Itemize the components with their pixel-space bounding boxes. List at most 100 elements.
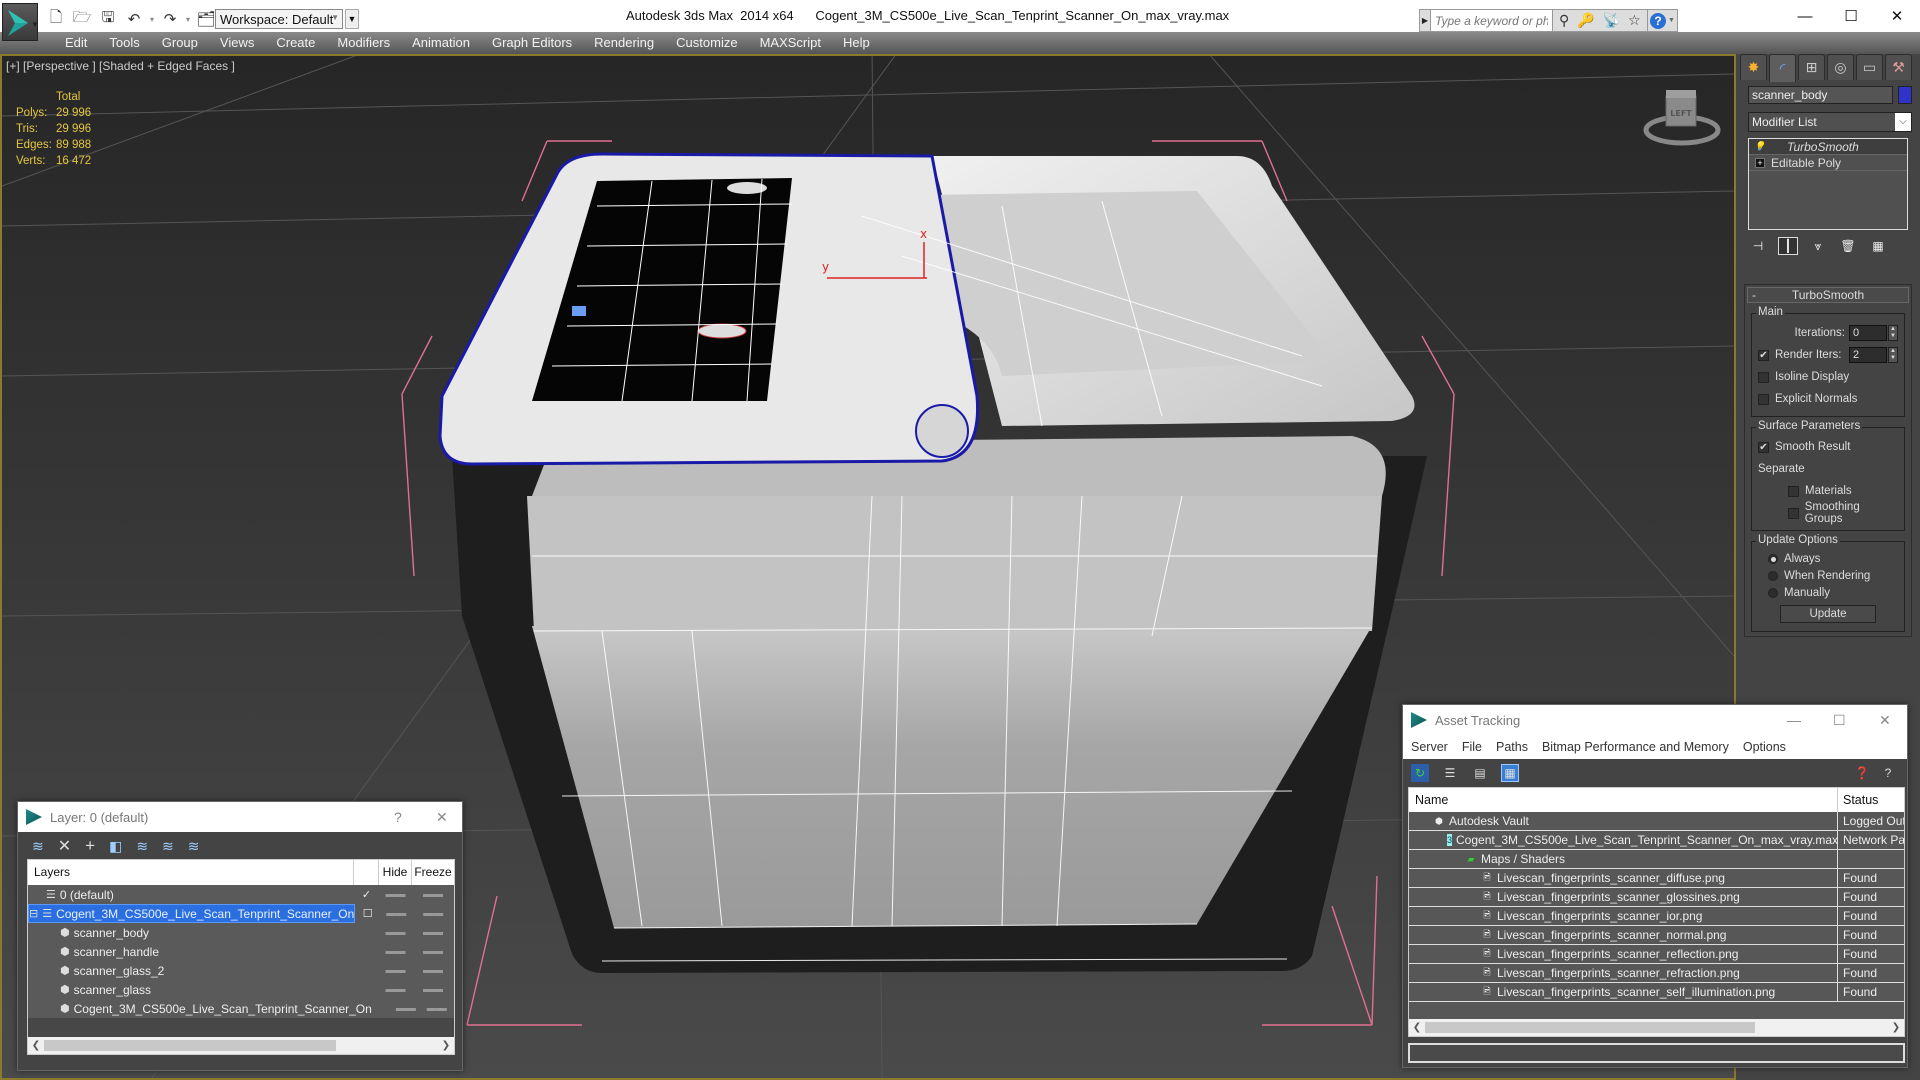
configure-modifier-sets-icon[interactable]: ▦: [1868, 237, 1888, 255]
application-menu-button[interactable]: ▼: [2, 3, 39, 41]
object-row[interactable]: ⬢ scanner_body ▬▬ ▬▬: [28, 923, 454, 942]
layer-row-selected[interactable]: ⊟ ☰ Cogent_3M_CS500e_Live_Scan_Tenprint_Sc…: [28, 904, 454, 923]
collapse-icon[interactable]: ⊟: [29, 907, 38, 920]
tab-create[interactable]: ✸: [1740, 54, 1767, 80]
current-layer-check[interactable]: ✓: [354, 888, 379, 901]
update-when-rendering-row[interactable]: When Rendering: [1758, 567, 1898, 584]
asset-row[interactable]: 🖻 Livescan_fingerprints_scanner_ior.png F…: [1409, 907, 1904, 926]
manually-radio[interactable]: [1768, 587, 1778, 598]
online-help-icon[interactable]: ❓: [1853, 764, 1871, 782]
object-name-field[interactable]: scanner_body: [1748, 86, 1893, 104]
freeze-toggle[interactable]: ▬▬: [419, 1003, 454, 1014]
tab-hierarchy[interactable]: ⊞: [1798, 54, 1825, 80]
asset-row[interactable]: ▰ Maps / Shaders: [1409, 850, 1904, 869]
column-freeze[interactable]: Freeze: [412, 860, 454, 885]
tab-utilities[interactable]: ⚒: [1885, 54, 1912, 80]
column-layers[interactable]: Layers: [28, 860, 354, 885]
asset-window-titlebar[interactable]: Asset Tracking — ☐ ✕: [1403, 705, 1907, 735]
tree-view-icon[interactable]: ▤: [1471, 764, 1489, 782]
select-objects-in-layer-icon[interactable]: ◧: [109, 838, 122, 855]
column-name[interactable]: Name: [1409, 788, 1838, 812]
new-file-icon[interactable]: 🗋: [46, 9, 66, 29]
binoculars-icon[interactable]: ⚲: [1559, 12, 1569, 29]
redo-icon[interactable]: ↷: [160, 9, 180, 29]
freeze-toggle[interactable]: ▬▬: [413, 908, 454, 919]
menu-modifiers[interactable]: Modifiers: [326, 32, 401, 54]
asset-row[interactable]: ⬢ Autodesk Vault Logged Out: [1409, 812, 1904, 831]
hide-toggle[interactable]: ▬▬: [379, 889, 412, 900]
menu-bitmap-performance[interactable]: Bitmap Performance and Memory: [1542, 740, 1729, 754]
scroll-left-icon[interactable]: ❮: [1409, 1022, 1425, 1033]
horizontal-scrollbar[interactable]: ❮ ❯: [1409, 1019, 1904, 1036]
workspace-dropdown[interactable]: Workspace: Default ▼: [215, 9, 343, 29]
freeze-toggle[interactable]: ▬▬: [412, 946, 454, 957]
save-icon[interactable]: 🖫: [98, 9, 118, 29]
menu-edit[interactable]: Edit: [54, 32, 98, 54]
help-button[interactable]: ? ▼: [1648, 9, 1678, 32]
asset-row[interactable]: 🖻 Livescan_fingerprints_scanner_self_illu…: [1409, 983, 1904, 1002]
make-unique-icon[interactable]: ⩔: [1808, 237, 1828, 255]
delete-layer-icon[interactable]: ✕: [58, 836, 71, 856]
asset-row[interactable]: 🖻 Livescan_fingerprints_scanner_reflectio…: [1409, 945, 1904, 964]
object-row[interactable]: ⬢ Cogent_3M_CS500e_Live_Scan_Tenprint_Sca…: [28, 999, 454, 1018]
maximize-button[interactable]: ☐: [1828, 0, 1874, 32]
asset-row[interactable]: 🖻 Livescan_fingerprints_scanner_diffuse.p…: [1409, 869, 1904, 888]
freeze-toggle[interactable]: ▬▬: [412, 889, 454, 900]
object-row[interactable]: ⬢ scanner_glass ▬▬ ▬▬: [28, 980, 454, 999]
object-row[interactable]: ⬢ scanner_handle ▬▬ ▬▬: [28, 942, 454, 961]
column-status[interactable]: Status: [1838, 788, 1904, 812]
project-folder-icon[interactable]: 🗂: [196, 9, 216, 29]
always-radio[interactable]: [1768, 553, 1778, 564]
refresh-icon[interactable]: ↻: [1411, 764, 1429, 782]
search-input[interactable]: [1431, 9, 1553, 32]
remove-modifier-icon[interactable]: 🗑: [1838, 237, 1858, 255]
render-iters-checkbox[interactable]: ✔: [1758, 349, 1769, 361]
tab-modify[interactable]: ◜: [1769, 54, 1796, 82]
expand-icon[interactable]: +: [1755, 157, 1765, 168]
scrollbar-thumb[interactable]: [44, 1040, 336, 1051]
close-button[interactable]: ✕: [436, 802, 448, 832]
current-layer-box[interactable]: ☐: [355, 907, 380, 920]
scroll-right-icon[interactable]: ❯: [1888, 1022, 1904, 1033]
viewport-label-menu[interactable]: [+] [Perspective ] [Shaded + Edged Faces…: [6, 59, 235, 73]
menu-rendering[interactable]: Rendering: [583, 32, 665, 54]
list-view-icon[interactable]: ☰: [1441, 764, 1459, 782]
smooth-result-checkbox[interactable]: ✔: [1758, 441, 1769, 453]
layer-window-titlebar[interactable]: Layer: 0 (default) ? ✕: [18, 802, 462, 832]
hide-toggle[interactable]: ▬▬: [379, 984, 412, 995]
menu-tools[interactable]: Tools: [98, 32, 150, 54]
layer-settings-icon[interactable]: ≋: [188, 838, 200, 855]
help-icon[interactable]: ?: [1879, 764, 1897, 782]
menu-server[interactable]: Server: [1411, 740, 1448, 754]
isoline-display-checkbox[interactable]: [1758, 371, 1769, 383]
horizontal-scrollbar[interactable]: ❮ ❯: [28, 1037, 454, 1054]
asset-row[interactable]: 🖻 Livescan_fingerprints_scanner_normal.pn…: [1409, 926, 1904, 945]
table-view-icon[interactable]: ▦: [1501, 764, 1519, 782]
highlight-selected-layer-icon[interactable]: ≋: [136, 838, 148, 855]
close-button[interactable]: ✕: [1879, 705, 1891, 735]
menu-maxscript[interactable]: MAXScript: [749, 32, 832, 54]
menu-graph-editors[interactable]: Graph Editors: [481, 32, 583, 54]
update-always-row[interactable]: Always: [1758, 550, 1898, 567]
lightbulb-icon[interactable]: 💡: [1754, 141, 1765, 152]
scrollbar-thumb[interactable]: [1425, 1022, 1755, 1033]
pin-stack-icon[interactable]: ⊣: [1748, 237, 1768, 255]
menu-customize[interactable]: Customize: [665, 32, 748, 54]
close-button[interactable]: ✕: [1874, 0, 1920, 32]
object-color-swatch[interactable]: [1898, 86, 1912, 104]
update-manually-row[interactable]: Manually: [1758, 584, 1898, 601]
iterations-spinner[interactable]: 0: [1849, 325, 1887, 341]
explicit-normals-checkbox[interactable]: [1758, 393, 1769, 405]
undo-dropdown-icon[interactable]: ▾: [150, 15, 154, 24]
maximize-button[interactable]: ☐: [1833, 705, 1846, 735]
tab-motion[interactable]: ◎: [1827, 54, 1854, 80]
menu-help[interactable]: Help: [832, 32, 881, 54]
when-rendering-radio[interactable]: [1768, 570, 1778, 581]
customize-toolbar-button[interactable]: ▼: [345, 9, 359, 29]
menu-views[interactable]: Views: [209, 32, 265, 54]
scroll-left-icon[interactable]: ❮: [28, 1040, 44, 1051]
menu-options[interactable]: Options: [1743, 740, 1786, 754]
modifier-list-dropdown[interactable]: Modifier List ⌵: [1748, 112, 1912, 132]
asset-row[interactable]: 3 Cogent_3M_CS500e_Live_Scan_Tenprint_Sca…: [1409, 831, 1904, 850]
hide-toggle[interactable]: ▬▬: [380, 908, 413, 919]
